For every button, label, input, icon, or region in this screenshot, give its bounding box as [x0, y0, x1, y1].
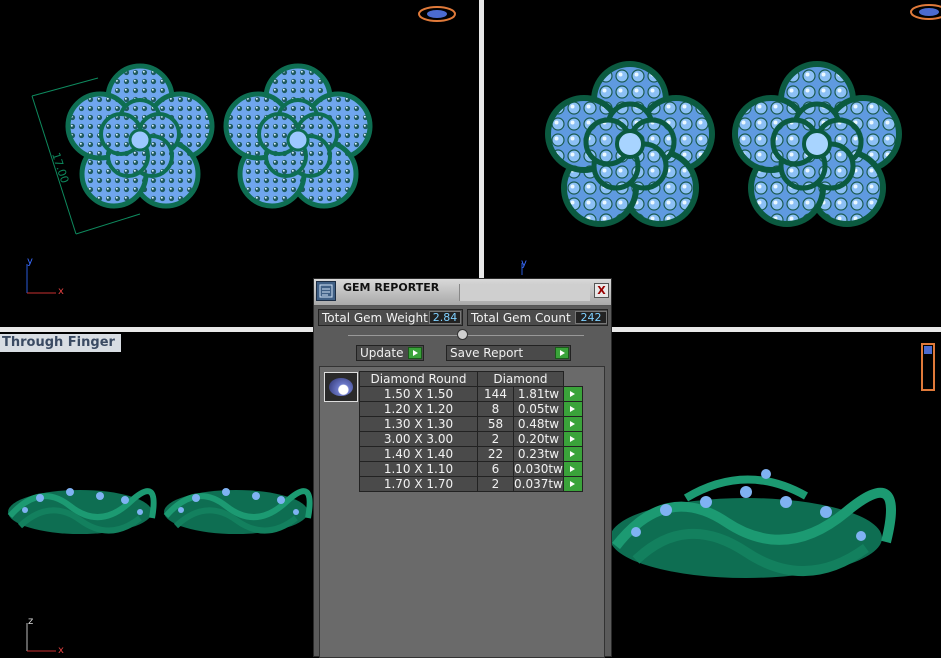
gem-list: Diamond Round Diamond 1.50 X 1.50 144 1.… — [319, 366, 605, 658]
view-cube-icon[interactable] — [418, 6, 456, 22]
viewport-label[interactable]: Through Finger — [0, 334, 121, 352]
earring-side-left — [7, 488, 157, 534]
table-row: 1.50 X 1.50 144 1.81tw — [359, 386, 583, 402]
svg-text:z: z — [28, 616, 33, 627]
col-material-header: Diamond — [477, 371, 564, 387]
axis-indicator: y — [521, 258, 527, 275]
update-button[interactable]: Update — [356, 345, 424, 361]
total-gem-count-label: Total Gem Count — [471, 311, 571, 325]
row-select-arrow-icon[interactable] — [562, 476, 583, 492]
row-select-arrow-icon[interactable] — [562, 386, 583, 402]
gem-thumbnail[interactable] — [324, 372, 358, 402]
table-row: 1.20 X 1.20 8 0.05tw — [359, 401, 583, 417]
table-row: 3.00 X 3.00 2 0.20tw — [359, 431, 583, 447]
play-arrow-icon — [555, 347, 569, 359]
table-row: 1.10 X 1.10 6 0.030tw — [359, 461, 583, 477]
save-report-button[interactable]: Save Report — [446, 345, 571, 361]
flower-earring-right-3d — [732, 61, 902, 227]
axis-indicator: z x — [26, 616, 64, 656]
svg-text:x: x — [58, 286, 64, 297]
gem-reporter-icon — [316, 281, 336, 301]
gem-reporter-panel: GEM REPORTER X Total Gem Weight 2.84 Tot… — [313, 278, 612, 658]
table-row: 1.70 X 1.70 2 0.037tw — [359, 476, 583, 492]
total-gem-weight-value: 2.84 — [429, 311, 461, 324]
earring-side-right — [163, 488, 313, 534]
flower-earring-left-3d — [545, 61, 715, 227]
table-row: 1.30 X 1.30 58 0.48tw — [359, 416, 583, 432]
total-gem-weight-label: Total Gem Weight — [322, 311, 428, 325]
row-select-arrow-icon[interactable] — [562, 401, 583, 417]
gem-reporter-titlebar[interactable]: GEM REPORTER X — [314, 279, 611, 306]
total-gem-count: Total Gem Count 242 — [467, 309, 608, 326]
axis-indicator: y x — [26, 256, 64, 297]
round-diamond-icon — [329, 378, 353, 396]
svg-text:x: x — [58, 645, 64, 656]
svg-text:y: y — [521, 258, 527, 269]
row-select-arrow-icon[interactable] — [562, 461, 583, 477]
row-select-arrow-icon[interactable] — [562, 446, 583, 462]
flower-earring-right — [223, 63, 373, 209]
total-gem-count-value: 242 — [575, 311, 607, 324]
gem-table: Diamond Round Diamond 1.50 X 1.50 144 1.… — [359, 371, 583, 492]
close-button[interactable]: X — [594, 283, 609, 298]
play-arrow-icon — [408, 347, 422, 359]
view-cube-icon[interactable] — [921, 343, 935, 391]
earring-side-large — [610, 469, 896, 578]
row-select-arrow-icon[interactable] — [562, 416, 583, 432]
col-shape-header: Diamond Round — [359, 371, 478, 387]
table-row: 1.40 X 1.40 22 0.23tw — [359, 446, 583, 462]
panel-slider-knob[interactable] — [457, 329, 468, 340]
dimension-label: 17.00 — [49, 151, 71, 185]
gem-reporter-title: GEM REPORTER — [343, 281, 440, 294]
view-cube-icon[interactable] — [910, 4, 941, 20]
flower-earring-left — [65, 63, 215, 209]
total-gem-weight: Total Gem Weight 2.84 — [318, 309, 463, 326]
svg-text:y: y — [27, 256, 33, 267]
row-select-arrow-icon[interactable] — [562, 431, 583, 447]
